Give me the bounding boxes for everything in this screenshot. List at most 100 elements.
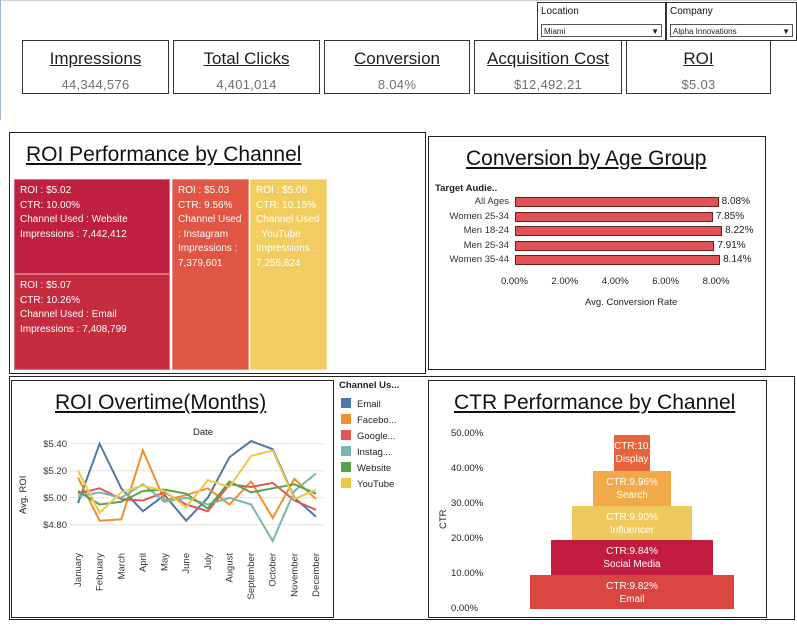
roi-x-tick: January xyxy=(73,553,84,587)
ctr-y-tick: 50.00% xyxy=(451,428,484,439)
roi-x-tick: July xyxy=(203,553,214,570)
ctr-funnel-chart: 0.00% 10.00% 20.00% 30.00% 40.00% 50.00% CTR:9… xyxy=(429,381,766,617)
ctr-y-tick: 30.00% xyxy=(451,498,484,509)
treemap-block-youtube[interactable]: ROI : $5.08 CTR: 10.15% Channel Used : Y… xyxy=(250,179,327,370)
legend-item[interactable]: Facebo... xyxy=(341,414,397,426)
funnel-channel-label: Email xyxy=(619,593,645,605)
age-bar[interactable] xyxy=(515,197,719,207)
age-bar[interactable] xyxy=(515,211,713,222)
funnel-segment[interactable]: CTR:9.96% Search xyxy=(593,470,671,506)
block-ctr: CTR: 10.15% xyxy=(256,199,317,211)
kpi-impressions: Impressions 44,344,576 xyxy=(22,40,169,94)
roi-overtime-panel: ROI Overtime(Months) Date Avg. ROI $4.80… xyxy=(11,380,334,618)
age-x-tick: 8.00% xyxy=(702,276,730,287)
legend-title: Channel Us... xyxy=(339,380,400,391)
age-bar-value: 7.85% xyxy=(715,210,745,222)
company-filter: Company Alpha Innovations ▼ xyxy=(666,2,797,41)
ctr-y-tick: 20.00% xyxy=(451,533,484,544)
legend-item[interactable]: Google... xyxy=(341,430,396,442)
age-bar-value: 8.08% xyxy=(721,196,750,207)
roi-y-tick: $4.80 xyxy=(43,520,67,531)
roi-y-tick: $5.00 xyxy=(43,493,67,504)
block-roi: ROI : $5.08 xyxy=(256,185,308,196)
age-category-label: Women 25-34 xyxy=(449,210,510,222)
block-roi: ROI : $5.02 xyxy=(20,185,72,196)
ctr-y-tick: 0.00% xyxy=(451,603,478,614)
funnel-segment[interactable]: CTR:9.82% Email xyxy=(530,574,734,609)
age-category-label: All Ages xyxy=(474,196,509,207)
age-x-tick: 0.00% xyxy=(501,276,528,287)
roi-x-tick: December xyxy=(311,553,322,597)
legend-item[interactable]: Website xyxy=(341,462,391,474)
age-x-tick: 4.00% xyxy=(601,276,629,287)
treemap-block-instagram[interactable]: ROI : $5.03 CTR: 9.56% Channel Used : In… xyxy=(172,179,249,370)
treemap-block-website[interactable]: ROI : $5.02 CTR: 10.00% Channel Used : W… xyxy=(14,179,170,274)
location-select-value: Miami xyxy=(544,27,566,36)
funnel-channel-label: Social Media xyxy=(603,559,661,571)
block-impressions: Impressions : 7,442,412 xyxy=(20,228,127,240)
kpi-value: 4,401,014 xyxy=(216,77,277,92)
funnel-segment[interactable]: CTR:10.11% Display xyxy=(614,435,671,471)
block-channel: Channel Used : Email xyxy=(20,309,117,320)
block-impressions: Impressions : 7,408,799 xyxy=(20,323,127,335)
kpi-title: Acquisition Cost xyxy=(487,49,609,68)
kpi-acquisition-cost: Acquisition Cost $12,492.21 xyxy=(474,40,622,94)
age-bar[interactable] xyxy=(515,240,715,251)
kpi-conversion: Conversion 8.04% xyxy=(324,40,470,94)
block-channel: Channel Used : Website xyxy=(20,214,128,225)
age-bar-value: 7.91% xyxy=(717,239,746,251)
block-ctr: CTR: 9.56% xyxy=(178,199,233,211)
block-roi: ROI : $5.03 xyxy=(178,185,230,196)
roi-x-tick: February xyxy=(95,553,106,591)
chevron-down-icon: ▼ xyxy=(651,27,659,36)
legend-swatch xyxy=(341,478,351,488)
kpi-value: $5.03 xyxy=(681,77,716,92)
legend-item[interactable]: Instag... xyxy=(341,446,391,458)
kpi-title: Impressions xyxy=(49,49,142,68)
age-bar[interactable] xyxy=(515,226,723,236)
roi-x-tick: September xyxy=(246,553,257,599)
roi-x-tick: May xyxy=(160,553,171,571)
legend-label: Website xyxy=(357,463,392,474)
legend-label: YouTube xyxy=(357,479,395,490)
age-category-label: Women 35-44 xyxy=(449,254,510,265)
block-impressions: Impressions : 7,379,601 xyxy=(178,243,238,269)
kpi-roi: ROI $5.03 xyxy=(626,40,771,94)
age-x-tick: 6.00% xyxy=(652,276,680,287)
age-group-panel: Conversion by Age Group Target Audie.. A… xyxy=(428,136,766,370)
funnel-segment[interactable]: CTR:9.90% Influencer xyxy=(572,505,692,541)
funnel-segment[interactable]: CTR:9.84% Social Media xyxy=(551,540,713,575)
legend-label: Instag... xyxy=(357,447,391,458)
kpi-title: Total Clicks xyxy=(203,49,290,68)
funnel-channel-label: Display xyxy=(615,454,649,466)
legend-swatch xyxy=(341,462,351,472)
company-select[interactable]: Alpha Innovations ▼ xyxy=(670,24,793,37)
age-x-tick: 2.00% xyxy=(551,276,579,287)
legend-item[interactable]: YouTube xyxy=(341,478,394,490)
company-select-value: Alpha Innovations xyxy=(673,27,737,36)
roi-channel-title: ROI Performance by Channel xyxy=(26,143,302,166)
roi-x-tick: November xyxy=(289,553,300,597)
location-select[interactable]: Miami ▼ xyxy=(541,24,662,37)
treemap-block-email[interactable]: ROI : $5.07 CTR: 10.26% Channel Used : E… xyxy=(14,274,170,370)
block-channel: Channel Used : YouTube xyxy=(256,214,320,240)
age-bar[interactable] xyxy=(515,255,721,265)
kpi-value: 8.04% xyxy=(377,77,417,92)
roi-y-tick: $5.20 xyxy=(43,466,67,477)
legend-item[interactable]: Email xyxy=(341,398,381,410)
roi-x-tick: April xyxy=(138,553,149,572)
legend-label: Google... xyxy=(357,431,396,442)
age-bar-value: 8.22% xyxy=(725,225,754,236)
roi-x-tick: August xyxy=(224,553,235,583)
kpi-title: Conversion xyxy=(354,49,440,68)
age-group-axis-title: Avg. Conversion Rate xyxy=(585,297,678,308)
location-filter: Location Miami ▼ xyxy=(537,2,666,41)
block-ctr: CTR: 10.00% xyxy=(20,199,81,211)
funnel-value-label: CTR:9.90% xyxy=(606,511,658,523)
kpi-value: 44,344,576 xyxy=(61,77,130,92)
roi-y-tick: $5.40 xyxy=(43,439,67,450)
block-ctr: CTR: 10.26% xyxy=(20,294,81,306)
funnel-value-label: CTR:9.82% xyxy=(606,580,658,592)
kpi-title: ROI xyxy=(683,49,714,68)
legend-swatch xyxy=(341,398,351,408)
